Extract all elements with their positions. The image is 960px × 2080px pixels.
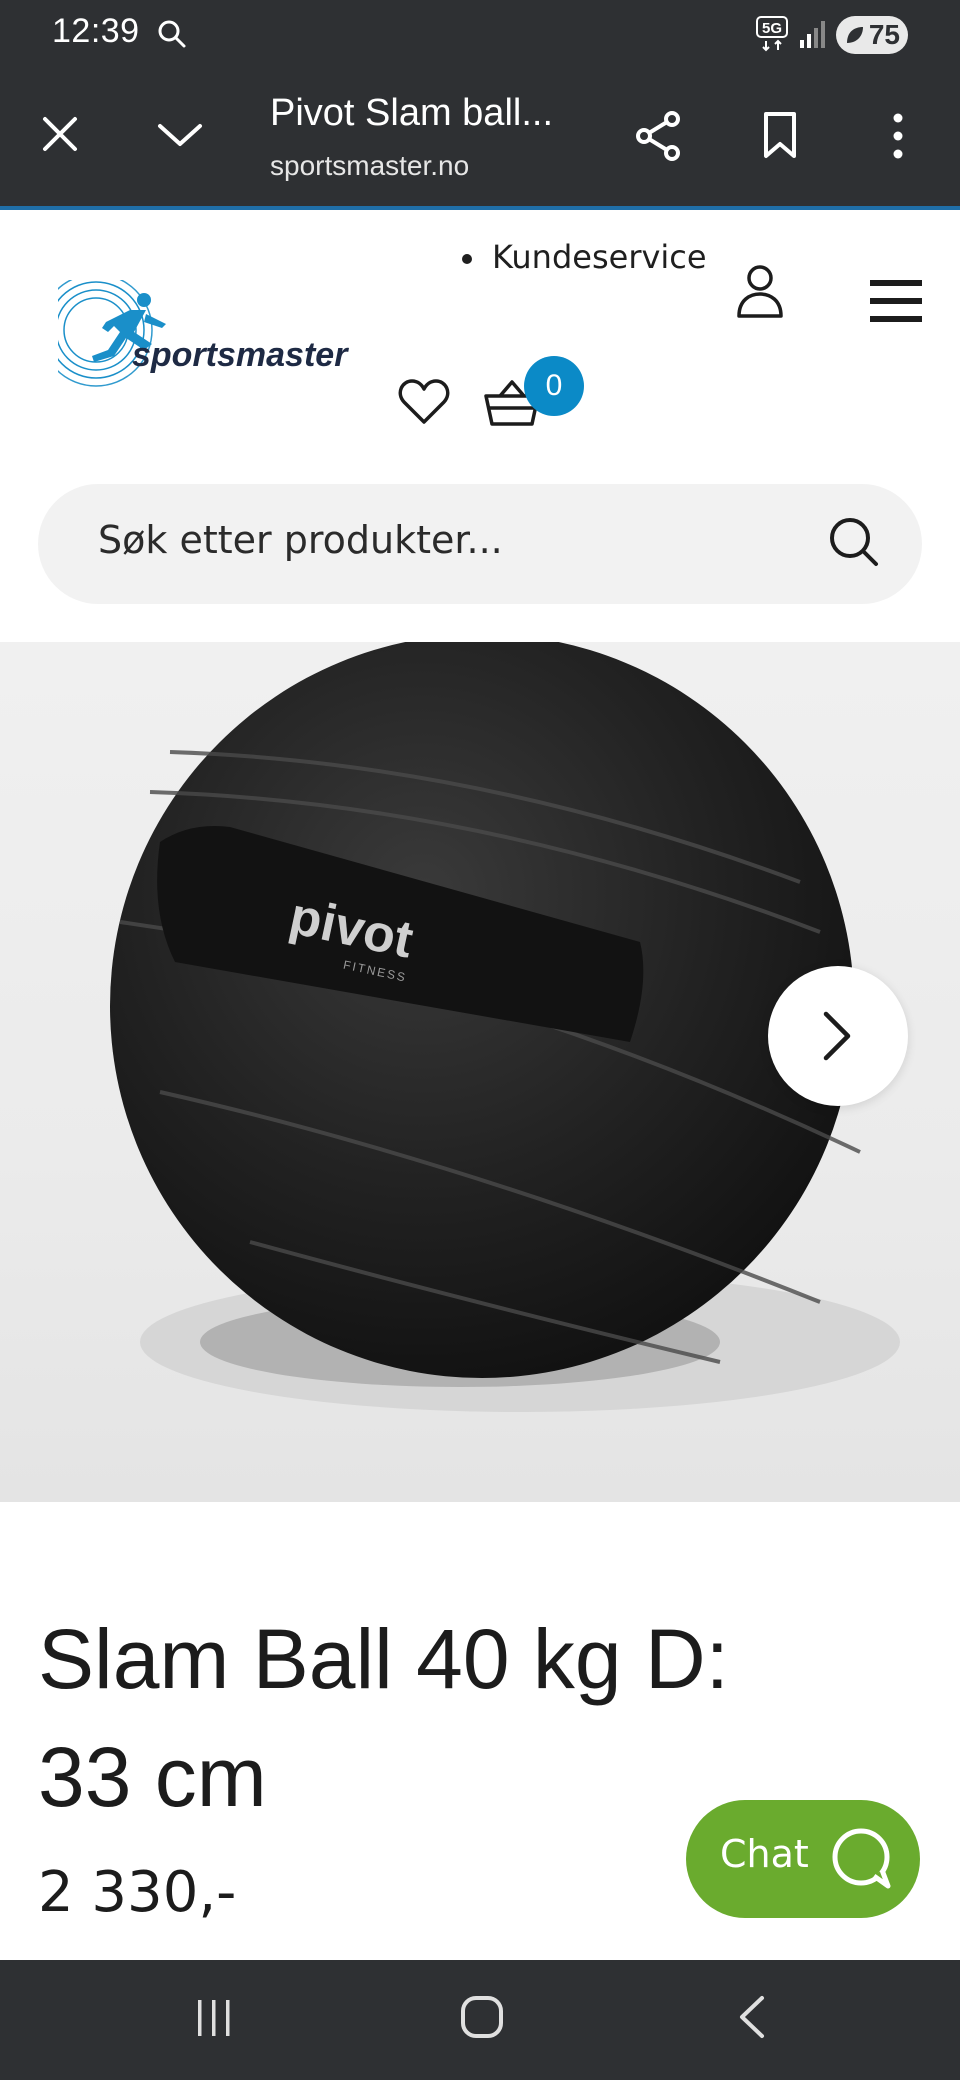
svg-text:sportsmaster: sportsmaster <box>132 336 349 374</box>
kundeservice-link[interactable]: Kundeservice <box>460 238 707 276</box>
chat-label: Chat <box>720 1832 809 1876</box>
wishlist-heart-icon[interactable] <box>398 378 450 426</box>
close-icon[interactable] <box>40 114 80 154</box>
signal-icon <box>800 21 825 48</box>
home-icon[interactable] <box>460 1994 504 2040</box>
chevron-down-icon[interactable] <box>156 120 204 150</box>
svg-text:5G: 5G <box>762 20 782 37</box>
product-price: 2 330,- <box>38 1860 237 1925</box>
search-icon[interactable] <box>826 514 882 570</box>
status-bar: 12:39 5G 75 <box>0 0 960 74</box>
search-icon <box>158 20 186 48</box>
toolbar-divider <box>0 206 960 210</box>
chat-bubble-icon <box>832 1828 891 1889</box>
network-5g-icon: 5G <box>756 16 788 52</box>
page-title[interactable]: Pivot Slam ball... <box>270 92 553 135</box>
battery-indicator: 75 <box>836 16 908 54</box>
cart-count-badge[interactable]: 0 <box>524 356 584 416</box>
product-title: Slam Ball 40 kg D: 33 cm <box>38 1612 729 1824</box>
user-account-icon[interactable] <box>736 264 784 320</box>
more-options-icon[interactable] <box>886 110 910 162</box>
chevron-right-icon <box>823 1011 851 1061</box>
status-time: 12:39 <box>52 12 140 50</box>
bookmark-icon[interactable] <box>760 110 800 160</box>
next-image-button[interactable] <box>768 966 908 1106</box>
search-input[interactable]: Søk etter produkter... <box>98 518 503 562</box>
sportsmaster-logo[interactable]: sportsmaster <box>34 280 394 390</box>
menu-icon[interactable] <box>870 280 922 322</box>
share-icon[interactable] <box>634 110 684 162</box>
page-url[interactable]: sportsmaster.no <box>270 150 469 182</box>
battery-saver-icon <box>847 27 863 43</box>
battery-level: 75 <box>868 19 900 50</box>
recent-apps-icon[interactable] <box>194 1998 234 2038</box>
chat-button[interactable]: Chat <box>686 1800 920 1918</box>
back-icon[interactable] <box>736 1994 766 2040</box>
